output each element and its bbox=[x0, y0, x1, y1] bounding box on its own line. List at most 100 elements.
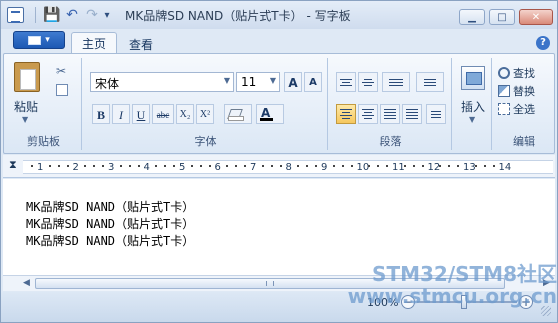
font-size-select[interactable]: 11 ▼ bbox=[236, 72, 280, 92]
ruler-tick-label: 7 bbox=[250, 162, 257, 173]
picture-icon[interactable] bbox=[461, 66, 485, 90]
undo-icon[interactable]: ↶ bbox=[63, 6, 81, 24]
scroll-left-icon[interactable]: ◀ bbox=[23, 278, 30, 288]
ruler-minor-tick bbox=[306, 165, 309, 167]
ruler-minor-tick bbox=[439, 165, 442, 167]
window-title: MK品牌SD NAND（贴片式T卡） - 写字板 bbox=[125, 9, 351, 23]
document-area[interactable]: MK品牌SD NAND（贴片式T卡） MK品牌SD NAND（贴片式T卡） MK… bbox=[3, 179, 555, 275]
align-center-icon[interactable] bbox=[358, 104, 378, 124]
ruler-minor-tick bbox=[474, 165, 477, 167]
watermark-line-2: www.stmcu.org.cn bbox=[347, 284, 557, 308]
select-all-icon bbox=[498, 103, 510, 115]
ruler-tick-label: 12 bbox=[427, 162, 441, 173]
ruler-minor-tick bbox=[164, 165, 167, 167]
ruler-minor-tick bbox=[315, 165, 318, 167]
ruler-minor-tick bbox=[84, 165, 87, 167]
increase-indent-icon[interactable] bbox=[358, 72, 378, 92]
redo-icon[interactable]: ↷ bbox=[83, 6, 101, 24]
align-left-icon[interactable] bbox=[336, 104, 356, 124]
grip-icon bbox=[266, 281, 274, 286]
italic-button[interactable]: I bbox=[112, 104, 130, 124]
select-all-button[interactable]: 全选 bbox=[498, 100, 535, 118]
ruler-minor-tick bbox=[483, 165, 486, 167]
paragraph-settings-icon[interactable] bbox=[426, 104, 446, 124]
ruler-minor-tick bbox=[235, 165, 238, 167]
justify-icon[interactable] bbox=[402, 104, 422, 124]
highlight-icon[interactable] bbox=[224, 104, 252, 124]
tab-view[interactable]: 查看 bbox=[119, 34, 163, 54]
align-right-icon[interactable] bbox=[380, 104, 400, 124]
ruler-minor-tick bbox=[403, 165, 406, 167]
group-label-paragraph: 段落 bbox=[379, 135, 402, 148]
subscript-button[interactable]: X₂ bbox=[176, 104, 194, 124]
chevron-down-icon[interactable]: ▾ bbox=[101, 6, 113, 24]
ruler-strip: 1 2 3 4 5 6 7 8 9 10 11 12 13 14 bbox=[23, 160, 553, 174]
line-spacing-icon[interactable] bbox=[416, 72, 444, 92]
minimize-button[interactable]: ▁ bbox=[459, 9, 485, 25]
ruler-minor-tick bbox=[341, 165, 344, 167]
ruler-minor-tick bbox=[119, 165, 122, 167]
ruler-minor-tick bbox=[66, 165, 69, 167]
ruler-minor-tick bbox=[173, 165, 176, 167]
copy-icon[interactable] bbox=[56, 84, 68, 96]
font-color-button[interactable]: A bbox=[256, 104, 284, 124]
decrease-indent-icon[interactable] bbox=[336, 72, 356, 92]
ruler-tick-label: 5 bbox=[179, 162, 186, 173]
chevron-down-icon[interactable]: ▼ bbox=[224, 76, 230, 85]
ruler-tick-label: 1 bbox=[37, 162, 44, 173]
cut-icon[interactable]: ✂ bbox=[56, 64, 66, 78]
grow-font-button[interactable]: A bbox=[284, 72, 302, 92]
document-line[interactable]: MK品牌SD NAND（贴片式T卡） bbox=[26, 198, 194, 215]
ruler-minor-tick bbox=[412, 165, 415, 167]
ribbon: 粘贴 ▼ ✂ 剪贴板 宋体 ▼ 11 ▼ A A B I U abc X₂ X²… bbox=[3, 53, 555, 154]
document-line[interactable]: MK品牌SD NAND（贴片式T卡） bbox=[26, 215, 194, 232]
bold-button[interactable]: B bbox=[92, 104, 110, 124]
ruler-tick-label: 10 bbox=[356, 162, 370, 173]
ruler-minor-tick bbox=[492, 165, 495, 167]
paste-button[interactable]: 粘贴 bbox=[14, 98, 38, 115]
ruler-tick-label: 9 bbox=[321, 162, 328, 173]
ruler-minor-tick bbox=[386, 165, 389, 167]
group-label-editing: 编辑 bbox=[513, 135, 535, 148]
strikethrough-button[interactable]: abc bbox=[152, 104, 174, 124]
insert-button[interactable]: 插入 bbox=[461, 98, 485, 115]
ruler-tick-label: 2 bbox=[72, 162, 79, 173]
ruler-tick-label: 6 bbox=[214, 162, 221, 173]
ruler-minor-tick bbox=[226, 165, 229, 167]
ruler-minor-tick bbox=[457, 165, 460, 167]
watermark-line-1: STM32/STM8社区 bbox=[372, 262, 557, 286]
shrink-font-button[interactable]: A bbox=[304, 72, 322, 92]
ruler-tick-label: 14 bbox=[498, 162, 512, 173]
maximize-button[interactable]: □ bbox=[489, 9, 515, 25]
tab-home[interactable]: 主页 bbox=[71, 32, 118, 54]
ruler-minor-tick bbox=[128, 165, 131, 167]
paste-icon[interactable] bbox=[14, 62, 40, 92]
wordpad-window: 💾 ↶ ↷ ▾ MK品牌SD NAND（贴片式T卡） - 写字板 ▁ □ ✕ ▾… bbox=[0, 0, 558, 323]
replace-icon bbox=[498, 85, 510, 97]
binoculars-icon bbox=[498, 67, 510, 79]
help-icon[interactable]: ? bbox=[536, 36, 550, 50]
replace-button[interactable]: 替换 bbox=[498, 82, 535, 100]
toolbar-divider bbox=[35, 7, 36, 23]
superscript-button[interactable]: X² bbox=[196, 104, 214, 124]
application-menu-button[interactable]: ▾ bbox=[13, 31, 65, 49]
wordpad-app-icon[interactable] bbox=[7, 7, 24, 23]
find-button[interactable]: 查找 bbox=[498, 64, 535, 82]
editing-group: 查找 替换 全选 编辑 bbox=[494, 58, 554, 150]
close-button[interactable]: ✕ bbox=[519, 9, 553, 25]
ruler-tick-label: 3 bbox=[108, 162, 115, 173]
ruler-minor-tick bbox=[93, 165, 96, 167]
save-icon[interactable]: 💾 bbox=[43, 6, 61, 24]
ruler-minor-tick bbox=[57, 165, 60, 167]
chevron-down-icon[interactable]: ▼ bbox=[22, 115, 28, 124]
bullet-list-icon[interactable] bbox=[382, 72, 410, 92]
chevron-down-icon[interactable]: ▼ bbox=[270, 76, 276, 85]
ruler[interactable]: ⧗ 1 2 3 4 5 6 7 8 9 10 11 12 13 14 bbox=[3, 155, 555, 178]
select-all-label: 全选 bbox=[513, 103, 535, 116]
indent-marker-icon[interactable]: ⧗ bbox=[9, 158, 17, 172]
underline-button[interactable]: U bbox=[132, 104, 150, 124]
ruler-minor-tick bbox=[332, 165, 335, 167]
font-family-select[interactable]: 宋体 ▼ bbox=[90, 72, 234, 92]
chevron-down-icon[interactable]: ▼ bbox=[469, 115, 475, 124]
document-line[interactable]: MK品牌SD NAND（贴片式T卡） bbox=[26, 232, 194, 249]
